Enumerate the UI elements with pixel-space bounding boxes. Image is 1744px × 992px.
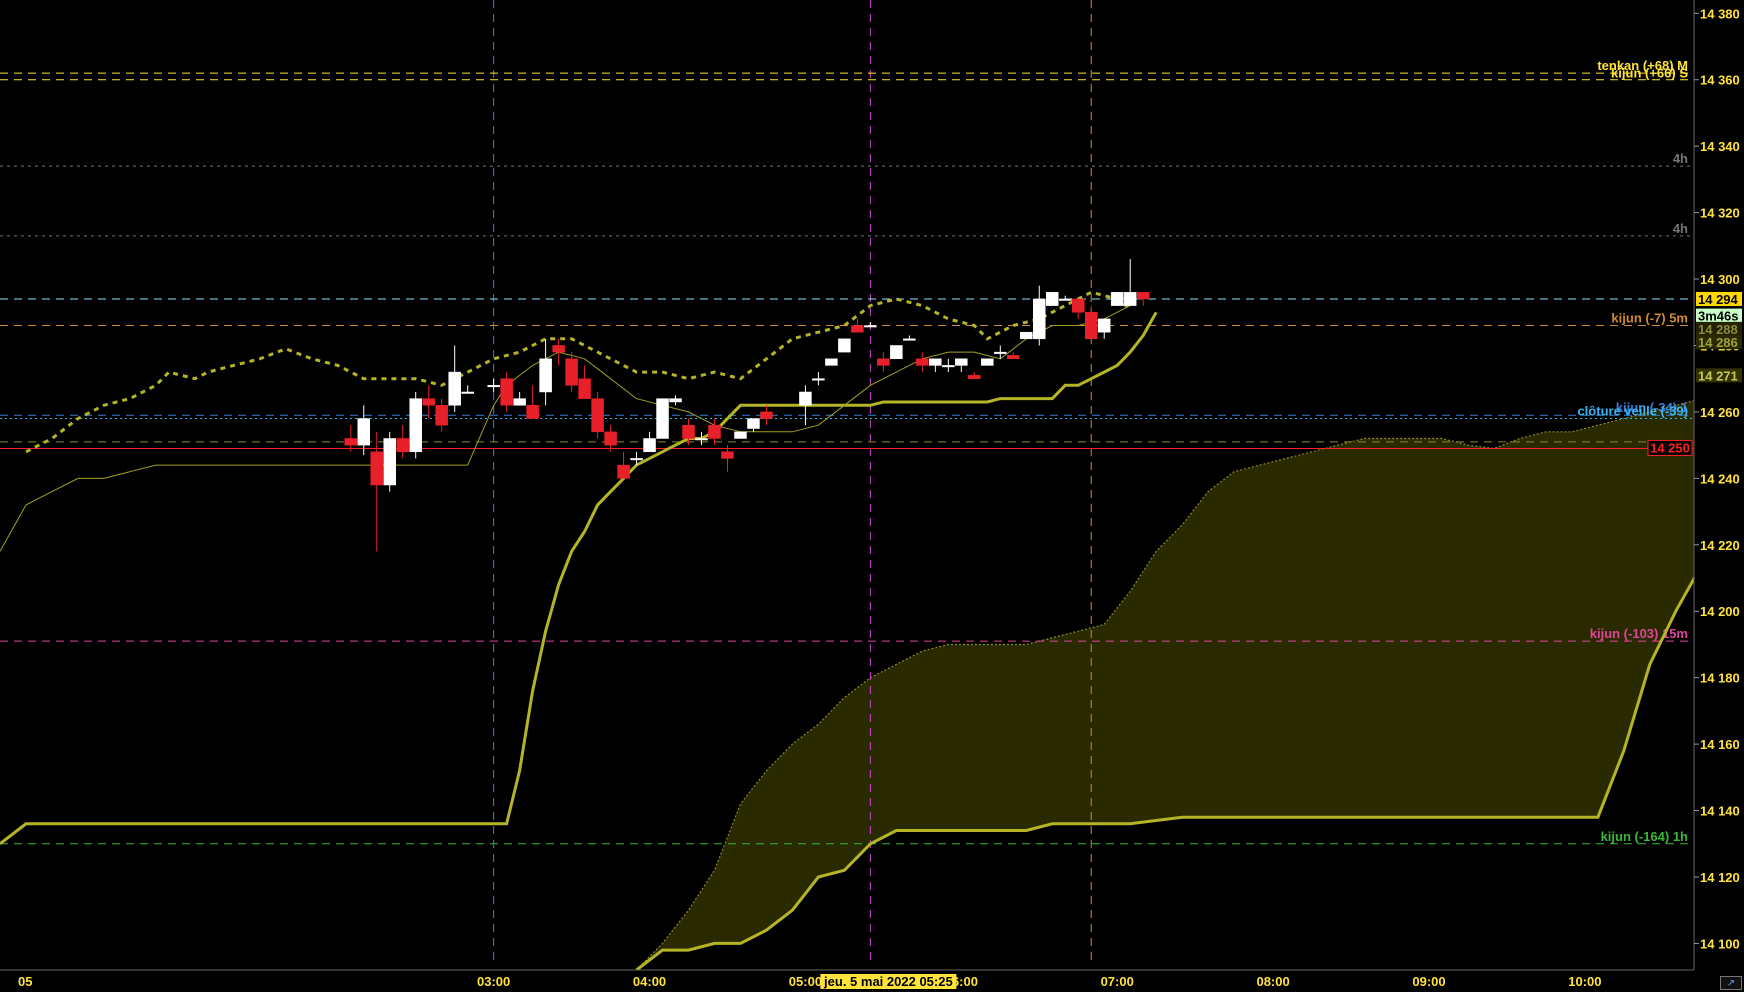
candle-body-7 [435, 405, 448, 426]
candle-body-53 [1071, 298, 1085, 313]
price-tick-label-10: 14 300 [1700, 272, 1740, 287]
level-label-3: 4h [1673, 221, 1688, 236]
candle-body-29 [734, 431, 747, 439]
candle-body-45 [968, 375, 981, 379]
candle-body-17 [578, 378, 591, 399]
candle-body-1 [357, 418, 370, 446]
crosshair-date-label: jeu. 5 mai 2022 05:25 [823, 974, 953, 989]
time-tick-label-6: 08:00 [1256, 974, 1289, 989]
candle-body-54 [1084, 312, 1098, 340]
candle-body-3 [383, 438, 396, 486]
candle-body-24 [669, 398, 682, 403]
ichimoku-chart[interactable]: tenkan (+68) Mkijun (+66) S4h4hkijun (-7… [0, 0, 1744, 992]
price-tick-label-3: 14 160 [1700, 737, 1740, 752]
candle-body-55 [1097, 318, 1111, 333]
candle-body-50 [1033, 298, 1046, 340]
level-label-7: clôture veille (-39) [1577, 404, 1688, 419]
candle-body-56 [1110, 292, 1124, 306]
price-badge-label-4: 14 271 [1698, 368, 1738, 383]
candle-body-15 [552, 345, 565, 353]
candle-body-43 [942, 365, 955, 368]
candle-body-18 [591, 398, 604, 433]
candle-body-35 [838, 338, 851, 353]
candle-body-44 [955, 358, 968, 366]
candle-body-9 [461, 391, 474, 394]
candle-body-14 [539, 358, 552, 393]
level-label-10: kijun (-103) 15m [1590, 626, 1688, 641]
candle-body-27 [708, 424, 721, 439]
candle-body-33 [812, 378, 825, 381]
candle-body-11 [500, 378, 513, 406]
candle-body-4 [396, 438, 409, 453]
candle-body-32 [799, 391, 812, 406]
price-tick-label-12: 14 340 [1700, 139, 1740, 154]
candle-body-57 [1123, 292, 1137, 306]
price-tick-label-8: 14 260 [1700, 405, 1740, 420]
candle-body-46 [981, 358, 994, 366]
price-tick-label-0: 14 100 [1700, 936, 1740, 951]
time-tick-label-1: 03:00 [477, 974, 510, 989]
time-tick-label-7: 09:00 [1412, 974, 1445, 989]
candle-body-19 [604, 431, 617, 446]
price-tick-label-14: 14 380 [1700, 6, 1740, 21]
candle-body-22 [643, 438, 656, 453]
candle-body-23 [656, 398, 669, 439]
candle-body-21 [630, 458, 643, 461]
price-tick-label-2: 14 140 [1700, 804, 1740, 819]
candle-body-0 [344, 438, 358, 446]
candle-body-30 [747, 418, 760, 429]
level-label-2: 4h [1673, 151, 1688, 166]
candle-body-40 [903, 338, 916, 341]
candle-body-51 [1046, 292, 1059, 306]
price-tick-label-4: 14 180 [1700, 671, 1740, 686]
price-badge-label-3: 14 286 [1698, 335, 1738, 350]
price-badge-label-0: 14 294 [1698, 292, 1739, 307]
candle-body-25 [682, 424, 695, 439]
candle-body-20 [617, 464, 630, 479]
candle-body-12 [513, 398, 526, 406]
price-tick-label-13: 14 360 [1700, 73, 1740, 88]
level-badge-label: 14 250 [1650, 440, 1690, 455]
candle-body-48 [1007, 355, 1020, 360]
candle-body-31 [760, 411, 773, 419]
candle-body-5 [409, 398, 422, 453]
level-label-5: kijun (-7) 5m [1611, 311, 1688, 326]
scroll-to-latest-icon[interactable]: ↗ [1720, 976, 1742, 990]
candle-body-36 [851, 325, 864, 333]
price-tick-label-1: 14 120 [1700, 870, 1740, 885]
level-label-1: kijun (+66) S [1611, 66, 1688, 81]
price-tick-label-11: 14 320 [1700, 206, 1740, 221]
candle-body-58 [1136, 292, 1150, 300]
candle-body-6 [422, 398, 435, 406]
candle-body-2 [370, 451, 383, 486]
time-tick-label-3: 05:00 [789, 974, 822, 989]
candle-body-37 [864, 325, 877, 328]
time-tick-label-5: 07:00 [1101, 974, 1134, 989]
candle-body-28 [721, 451, 734, 459]
candle-body-10 [487, 385, 500, 388]
price-tick-label-5: 14 200 [1700, 604, 1740, 619]
candle-body-13 [526, 405, 539, 419]
candle-body-34 [825, 358, 838, 366]
price-tick-label-6: 14 220 [1700, 538, 1740, 553]
time-tick-label-8: 10:00 [1568, 974, 1601, 989]
time-tick-label-0: 05 [18, 974, 32, 989]
candle-body-8 [448, 371, 461, 406]
candle-body-41 [916, 358, 929, 366]
candle-body-16 [565, 358, 578, 386]
candle-body-39 [890, 345, 903, 360]
candle-body-42 [929, 358, 942, 366]
level-label-11: kijun (-164) 1h [1601, 829, 1688, 844]
candle-body-49 [1020, 331, 1033, 340]
candle-body-47 [994, 351, 1007, 354]
candle-body-38 [877, 358, 890, 366]
candle-body-52 [1058, 298, 1072, 301]
candle-body-26 [695, 438, 708, 441]
price-tick-label-7: 14 240 [1700, 471, 1740, 486]
time-tick-label-2: 04:00 [633, 974, 666, 989]
